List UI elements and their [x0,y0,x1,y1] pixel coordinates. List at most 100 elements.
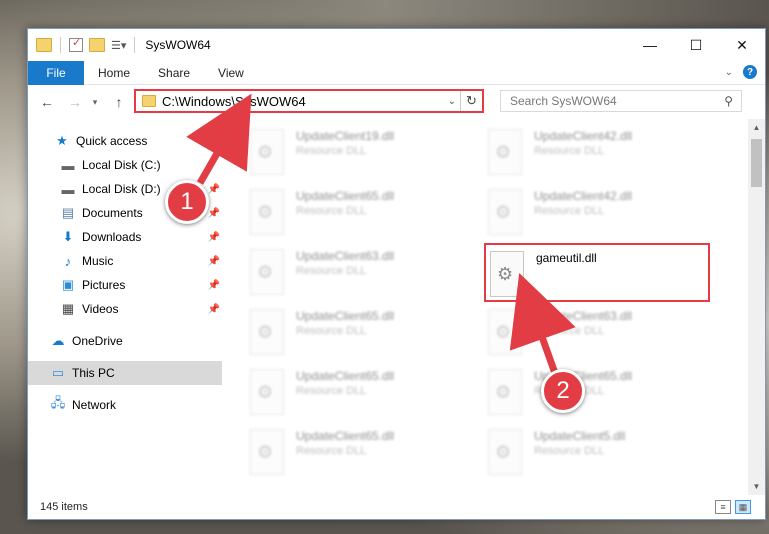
dll-file-icon [488,369,522,415]
vertical-scrollbar[interactable]: ▲ ▼ [748,119,765,495]
sidebar-item-music[interactable]: ♪ Music 📌 [28,249,222,273]
network-icon: 🖧 [50,395,66,410]
maximize-button[interactable]: ☐ [673,29,719,61]
file-item[interactable]: UpdateClient65.dllResource DLL [246,183,466,241]
file-item[interactable]: UpdateClient42.dll Resource DLL [484,123,704,181]
tab-view[interactable]: View [204,66,258,80]
address-path[interactable]: C:\Windows\SysWOW64 [162,94,306,109]
pin-icon[interactable]: 📌 [208,208,220,219]
minimize-button[interactable]: — [627,29,673,61]
folder-icon [36,38,52,52]
details-view-icon[interactable]: ≡ [715,500,731,514]
search-icon[interactable]: ⚲ [724,94,733,108]
file-name: UpdateClient19.dll [296,129,395,143]
file-type: Resource DLL [296,265,367,277]
sidebar-item-videos[interactable]: ▦ Videos 📌 [28,297,222,321]
sidebar-item-pictures[interactable]: ▣ Pictures 📌 [28,273,222,297]
sidebar-item-label: Documents [82,206,143,220]
recent-locations-chevron-icon[interactable]: ▾ [90,97,100,108]
dll-file-icon [250,309,284,355]
pin-icon[interactable]: 📌 [208,184,220,195]
tab-file[interactable]: File [28,60,84,85]
item-count: 145 items [40,501,88,513]
drive-icon: ▬ [61,157,75,173]
search-box[interactable]: Search SysWOW64 ⚲ [500,90,742,112]
file-item[interactable]: UpdateClient63.dll Resource DLL [484,303,704,361]
close-button[interactable]: ✕ [719,29,765,61]
sidebar-item-local-disk-c[interactable]: ▬ Local Disk (C:) [28,153,222,177]
tab-home[interactable]: Home [84,66,144,80]
file-item[interactable]: UpdateClient63.dll Resource DLL [246,243,466,301]
file-item[interactable]: UpdateClient5.dll Resource DLL [484,423,704,481]
dll-file-icon [250,189,284,235]
customize-toolbar-icon[interactable]: ☰▾ [111,39,126,52]
file-item-gameutil[interactable]: gameutil.dll [484,243,710,302]
videos-icon: ▦ [61,301,75,316]
file-item[interactable]: UpdateClient65.dllResource DLL [484,363,704,421]
file-item[interactable]: UpdateClient42.dll Resource DLL [484,183,704,241]
address-bar[interactable]: C:\Windows\SysWOW64 ⌄ ↻ [134,89,484,113]
help-icon[interactable]: ? [743,65,757,79]
ribbon-tabs: File Home Share View ⌄ ? [28,60,765,85]
scroll-down-icon[interactable]: ▼ [748,478,765,495]
scrollbar-thumb[interactable] [751,139,762,187]
sidebar-item-network[interactable]: 🖧 Network [28,393,222,417]
dll-file-icon [488,429,522,475]
annotation-badge-2: 2 [541,369,585,413]
dll-file-icon [250,429,284,475]
file-item[interactable]: UpdateClient19.dll Resource DLL [246,123,466,181]
address-dropdown-icon[interactable]: ⌄ [448,96,456,107]
window-controls: — ☐ ✕ [627,29,765,61]
scroll-up-icon[interactable]: ▲ [748,119,765,136]
file-item[interactable]: UpdateClient65.dllResource DLL [246,363,466,421]
sidebar-item-label: Downloads [82,230,142,244]
sidebar-item-label: Network [72,398,117,412]
navigation-bar: ← → ▾ ↑ C:\Windows\SysWOW64 ⌄ ↻ Search S… [28,85,765,119]
properties-icon[interactable] [69,36,83,52]
sidebar-item-label: OneDrive [72,334,123,348]
file-item[interactable]: UpdateClient65.dllResource DLL [246,303,466,361]
quick-access-toolbar: ☰▾ [36,36,137,53]
file-name: UpdateClient42.dll [534,189,633,203]
file-item[interactable]: UpdateClient65.dllResource DLL [246,423,466,481]
dll-file-icon [250,249,284,295]
pin-icon[interactable]: 📌 [208,304,220,315]
navigation-pane: ★ Quick access ▬ Local Disk (C:) ▬ Local… [28,119,222,495]
pin-icon[interactable]: 📌 [208,232,220,243]
up-arrow-icon[interactable]: ↑ [110,94,128,110]
pictures-icon: ▣ [61,277,75,292]
pin-icon[interactable]: 📌 [208,280,220,291]
expand-ribbon-icon[interactable]: ⌄ [725,67,733,78]
divider [134,37,136,53]
sidebar-item-label: Pictures [82,278,126,292]
sidebar-item-label: Quick access [76,134,148,148]
annotation-badge-1: 1 [165,180,209,224]
file-type: Resource DLL [296,445,367,457]
sidebar-item-label: Music [82,254,114,268]
sidebar-item-label: Local Disk (D:) [82,182,161,196]
window-title: SysWOW64 [145,38,211,52]
forward-arrow-icon[interactable]: → [66,94,84,110]
status-bar: 145 items ≡ ▦ [28,495,765,519]
file-explorer-window: ☰▾ SysWOW64 — ☐ ✕ File Home Share View ⌄… [27,28,766,520]
file-name: UpdateClient65.dll [296,189,395,203]
back-arrow-icon[interactable]: ← [38,94,56,110]
refresh-icon[interactable]: ↻ [460,91,482,111]
new-folder-icon[interactable] [89,38,105,52]
file-type: Resource DLL [296,325,367,337]
sidebar-item-this-pc[interactable]: ▭ This PC [28,361,222,385]
file-name: UpdateClient5.dll [534,429,626,443]
sidebar-item-onedrive[interactable]: ☁ OneDrive [28,329,222,353]
tab-share[interactable]: Share [144,66,204,80]
large-icons-view-icon[interactable]: ▦ [735,500,751,514]
star-icon: ★ [56,133,68,148]
pin-icon[interactable]: 📌 [208,256,220,267]
sidebar-item-quick-access[interactable]: ★ Quick access [28,129,222,153]
file-type: Resource DLL [296,145,367,157]
file-name: UpdateClient63.dll [296,249,395,263]
file-list: UpdateClient19.dll Resource DLL UpdateCli… [222,119,765,495]
view-switcher: ≡ ▦ [715,500,751,514]
sidebar-item-label: Local Disk (C:) [82,158,161,172]
sidebar-item-downloads[interactable]: ⬇ Downloads 📌 [28,225,222,249]
search-placeholder[interactable]: Search SysWOW64 [510,94,617,108]
